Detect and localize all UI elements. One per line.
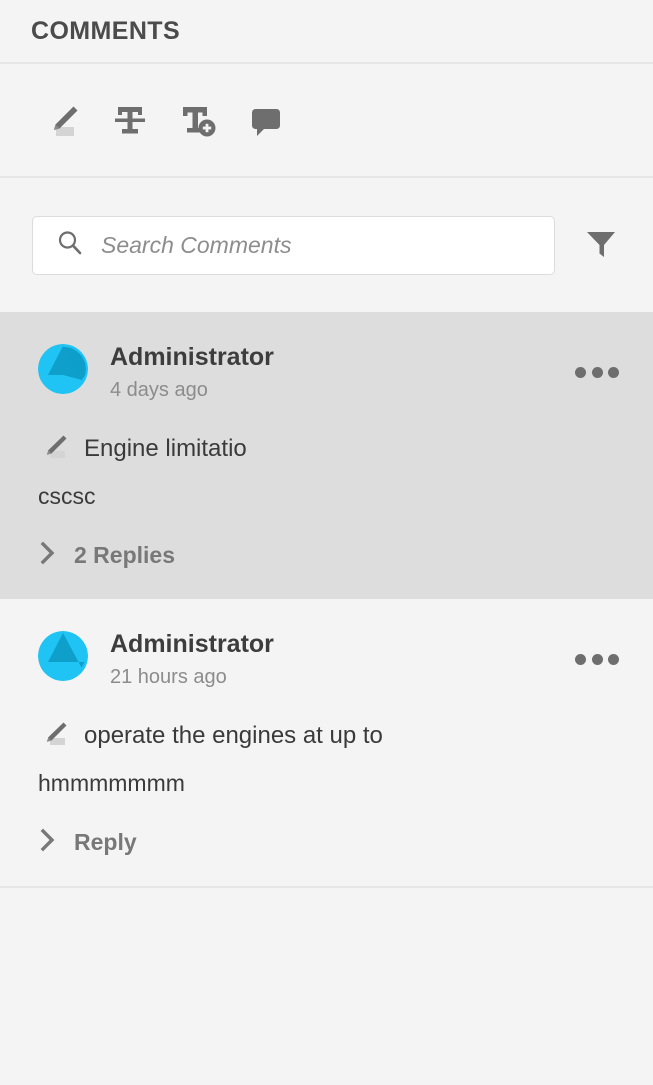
comments-panel: COMMENTS Search Comments Administrator 4… [0, 0, 653, 1085]
add-note-tool[interactable] [232, 90, 300, 150]
comment-card[interactable]: Administrator 4 days ago Engine limitati… [0, 312, 653, 600]
avatar [38, 631, 88, 682]
add-text-tool[interactable] [164, 90, 232, 150]
search-row [0, 178, 653, 312]
annotation-toolbar [0, 64, 653, 178]
comment-quote: operate the engines at up to [84, 722, 383, 750]
highlighter-icon [38, 432, 70, 467]
speech-bubble-icon [244, 98, 288, 142]
comment-options-button[interactable] [573, 358, 621, 386]
search-icon [55, 228, 85, 263]
more-dot-icon [608, 366, 619, 378]
panel-header: COMMENTS [0, 0, 653, 64]
comment-options-button[interactable] [573, 645, 621, 673]
comment-meta: Administrator 4 days ago [110, 343, 274, 402]
comment-card[interactable]: Administrator 21 hours ago operate the e… [0, 599, 653, 889]
comment-timestamp: 4 days ago [110, 378, 208, 401]
comment-quote: Engine limitatio [84, 435, 247, 463]
avatar [38, 344, 88, 394]
comment-replies-label: Reply [74, 829, 137, 856]
more-dot-icon [591, 366, 603, 378]
add-text-icon [176, 98, 220, 142]
comment-quote-row: operate the engines at up to [38, 719, 625, 754]
page-title: COMMENTS [31, 16, 181, 45]
filter-funnel-icon [583, 225, 619, 266]
highlight-text-tool[interactable] [28, 90, 96, 150]
highlighter-icon [38, 719, 70, 754]
search-box[interactable] [32, 215, 555, 275]
strikethrough-text-tool[interactable] [96, 90, 164, 150]
comment-replies-toggle[interactable]: 2 Replies [38, 540, 175, 571]
chevron-right-icon [38, 540, 58, 571]
comment-author: Administrator [110, 343, 274, 371]
comment-replies-toggle[interactable]: Reply [38, 827, 137, 858]
comment-quote-row: Engine limitatio [38, 432, 625, 467]
more-dot-icon [575, 653, 586, 665]
filter-button[interactable] [577, 221, 625, 269]
comment-replies-label: 2 Replies [74, 542, 175, 569]
more-dot-icon [575, 366, 586, 378]
chevron-right-icon [38, 827, 58, 858]
comment-timestamp: 21 hours ago [110, 665, 227, 688]
comment-header: Administrator 4 days ago [38, 343, 625, 402]
comment-list: Administrator 4 days ago Engine limitati… [0, 312, 653, 1085]
comment-body: cscsc [38, 482, 96, 509]
search-input[interactable] [85, 216, 554, 274]
comment-body: hmmmmmmm [38, 769, 185, 796]
comment-header: Administrator 21 hours ago [38, 631, 625, 689]
strikethrough-text-icon [108, 98, 152, 142]
more-dot-icon [591, 653, 603, 665]
comment-author: Administrator [110, 630, 274, 659]
comment-meta: Administrator 21 hours ago [110, 631, 274, 689]
more-dot-icon [608, 653, 619, 665]
highlighter-icon [40, 98, 84, 142]
